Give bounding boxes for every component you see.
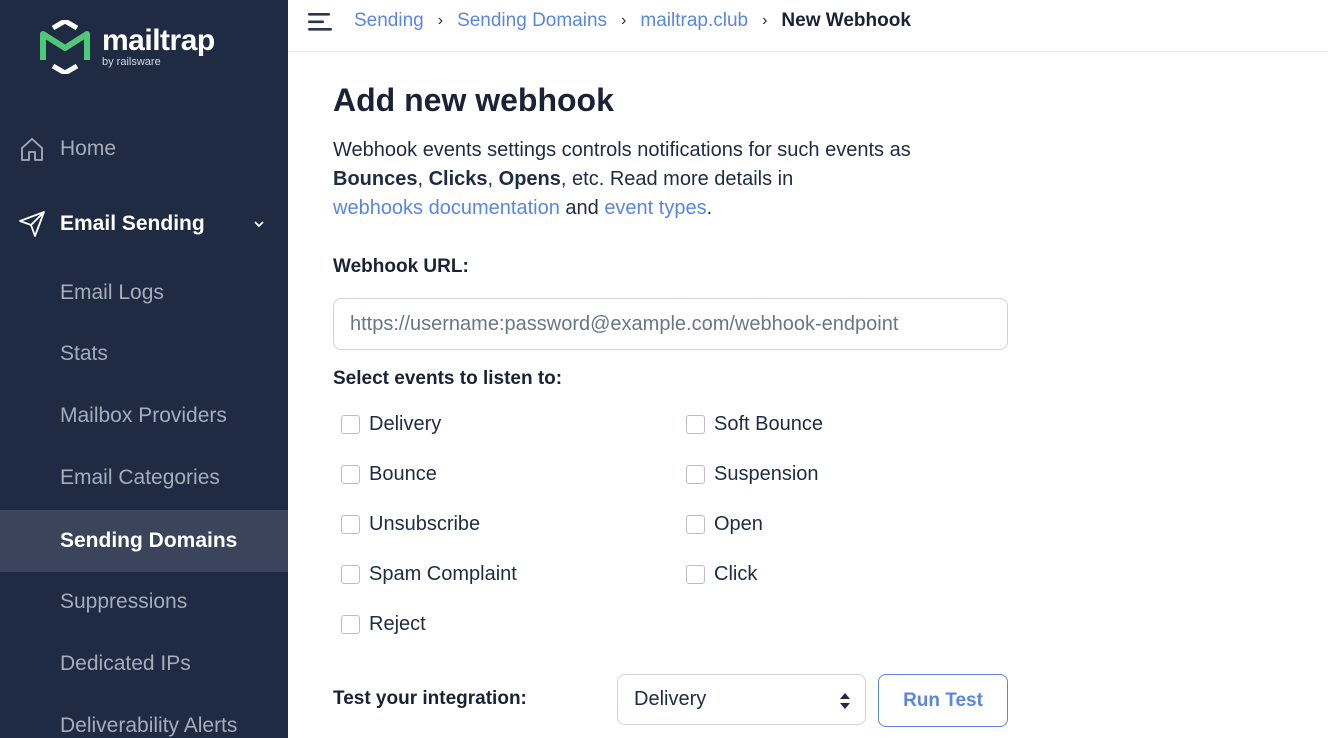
intro-rest: , etc. Read more details in	[560, 168, 794, 190]
intro-bold-bounces: Bounces	[333, 168, 418, 190]
checkbox[interactable]	[686, 465, 705, 484]
event-checkbox-delivery[interactable]: Delivery	[341, 413, 441, 436]
event-label: Soft Bounce	[714, 413, 823, 435]
breadcrumb-separator: ›	[762, 12, 768, 29]
intro-comma: ,	[487, 168, 499, 190]
event-label: Reject	[369, 613, 426, 635]
event-checkbox-bounce[interactable]: Bounce	[341, 463, 437, 486]
mailtrap-logo[interactable]: mailtrap by railsware	[40, 20, 215, 74]
test-integration-label: Test your integration:	[333, 688, 527, 709]
intro-and: and	[559, 197, 605, 219]
sidebar-item-sending-domains[interactable]: Sending Domains	[0, 510, 288, 572]
webhooks-documentation-link[interactable]: webhooks documentation	[333, 197, 560, 219]
sidebar-item-label: Sending Domains	[60, 529, 238, 552]
sidebar-item-stats[interactable]: Stats	[0, 335, 288, 373]
test-event-select[interactable]: Delivery	[617, 674, 866, 725]
mailtrap-logo-icon	[40, 20, 90, 74]
test-event-select-value: Delivery	[634, 688, 707, 710]
checkbox[interactable]	[341, 615, 360, 634]
webhook-url-input[interactable]	[333, 298, 1008, 350]
sidebar-item-mailbox-providers[interactable]: Mailbox Providers	[0, 397, 288, 435]
event-label: Spam Complaint	[369, 563, 517, 585]
checkbox[interactable]	[341, 515, 360, 534]
event-label: Click	[714, 563, 758, 585]
sidebar-item-label: Mailbox Providers	[60, 404, 227, 427]
event-label: Suspension	[714, 463, 819, 485]
intro-period: .	[706, 197, 713, 219]
sidebar-item-label: Dedicated IPs	[60, 652, 191, 675]
top-bar: Sending › Sending Domains › mailtrap.clu…	[288, 0, 1328, 52]
breadcrumb-separator: ›	[621, 12, 627, 29]
events-label: Select events to listen to:	[333, 368, 563, 389]
home-icon	[21, 138, 43, 161]
sidebar-item-email-categories[interactable]: Email Categories	[0, 459, 288, 497]
intro-line: Webhook events settings controls notific…	[333, 139, 911, 161]
sidebar-item-label: Home	[60, 137, 117, 160]
sidebar-item-home[interactable]: Home	[0, 130, 288, 168]
event-types-link[interactable]: event types	[604, 197, 706, 219]
event-checkbox-open[interactable]: Open	[686, 513, 763, 536]
page-title: Add new webhook	[333, 82, 614, 118]
checkbox[interactable]	[341, 415, 360, 434]
breadcrumb-current: New Webhook	[781, 10, 911, 31]
event-checkbox-soft-bounce[interactable]: Soft Bounce	[686, 413, 823, 436]
sidebar-item-suppressions[interactable]: Suppressions	[0, 583, 288, 621]
paper-plane-icon	[19, 211, 45, 237]
intro-comma: ,	[417, 168, 429, 190]
breadcrumb-domain[interactable]: mailtrap.club	[640, 10, 748, 32]
breadcrumb-sending-domains[interactable]: Sending Domains	[457, 10, 607, 32]
brand-subtitle: by railsware	[102, 55, 161, 68]
chevron-down-icon[interactable]	[252, 217, 266, 231]
event-checkbox-suspension[interactable]: Suspension	[686, 463, 819, 486]
event-checkbox-spam-complaint[interactable]: Spam Complaint	[341, 563, 517, 586]
sidebar-item-dedicated-ips[interactable]: Dedicated IPs	[0, 645, 288, 683]
brand-name: mailtrap	[102, 23, 215, 57]
event-label: Delivery	[369, 413, 442, 435]
intro-bold-clicks: Clicks	[428, 168, 488, 190]
sidebar-item-label: Email Categories	[60, 466, 220, 489]
breadcrumb: Sending › Sending Domains › mailtrap.clu…	[354, 10, 911, 32]
sidebar-item-email-logs[interactable]: Email Logs	[0, 274, 288, 312]
run-test-button[interactable]: Run Test	[878, 674, 1008, 727]
intro-bold-opens: Opens	[498, 168, 561, 190]
event-label: Bounce	[369, 463, 437, 485]
sidebar-item-deliverability-alerts[interactable]: Deliverability Alerts	[0, 707, 288, 738]
event-checkbox-unsubscribe[interactable]: Unsubscribe	[341, 513, 480, 536]
sidebar-item-label: Suppressions	[60, 590, 188, 613]
sidebar-item-label: Stats	[60, 342, 108, 365]
sidebar-item-label: Email Logs	[60, 281, 164, 304]
checkbox[interactable]	[686, 515, 705, 534]
select-arrows-icon	[840, 693, 850, 709]
checkbox[interactable]	[686, 565, 705, 584]
webhook-url-label: Webhook URL:	[333, 256, 469, 277]
intro-text: Webhook events settings controls notific…	[333, 136, 993, 223]
event-label: Unsubscribe	[369, 513, 481, 535]
sidebar-item-email-sending[interactable]: Email Sending	[0, 205, 288, 243]
hamburger-menu-icon[interactable]	[308, 11, 334, 33]
event-label: Open	[714, 513, 763, 535]
checkbox[interactable]	[686, 415, 705, 434]
checkbox[interactable]	[341, 565, 360, 584]
event-checkbox-reject[interactable]: Reject	[341, 613, 426, 636]
sidebar-item-label: Email Sending	[60, 212, 205, 235]
breadcrumb-sending[interactable]: Sending	[354, 10, 424, 32]
sidebar-item-label: Deliverability Alerts	[60, 714, 238, 737]
breadcrumb-separator: ›	[437, 12, 444, 29]
sidebar: mailtrap by railsware Home Email Sending…	[0, 0, 288, 738]
event-checkbox-click[interactable]: Click	[686, 563, 757, 586]
checkbox[interactable]	[341, 465, 360, 484]
